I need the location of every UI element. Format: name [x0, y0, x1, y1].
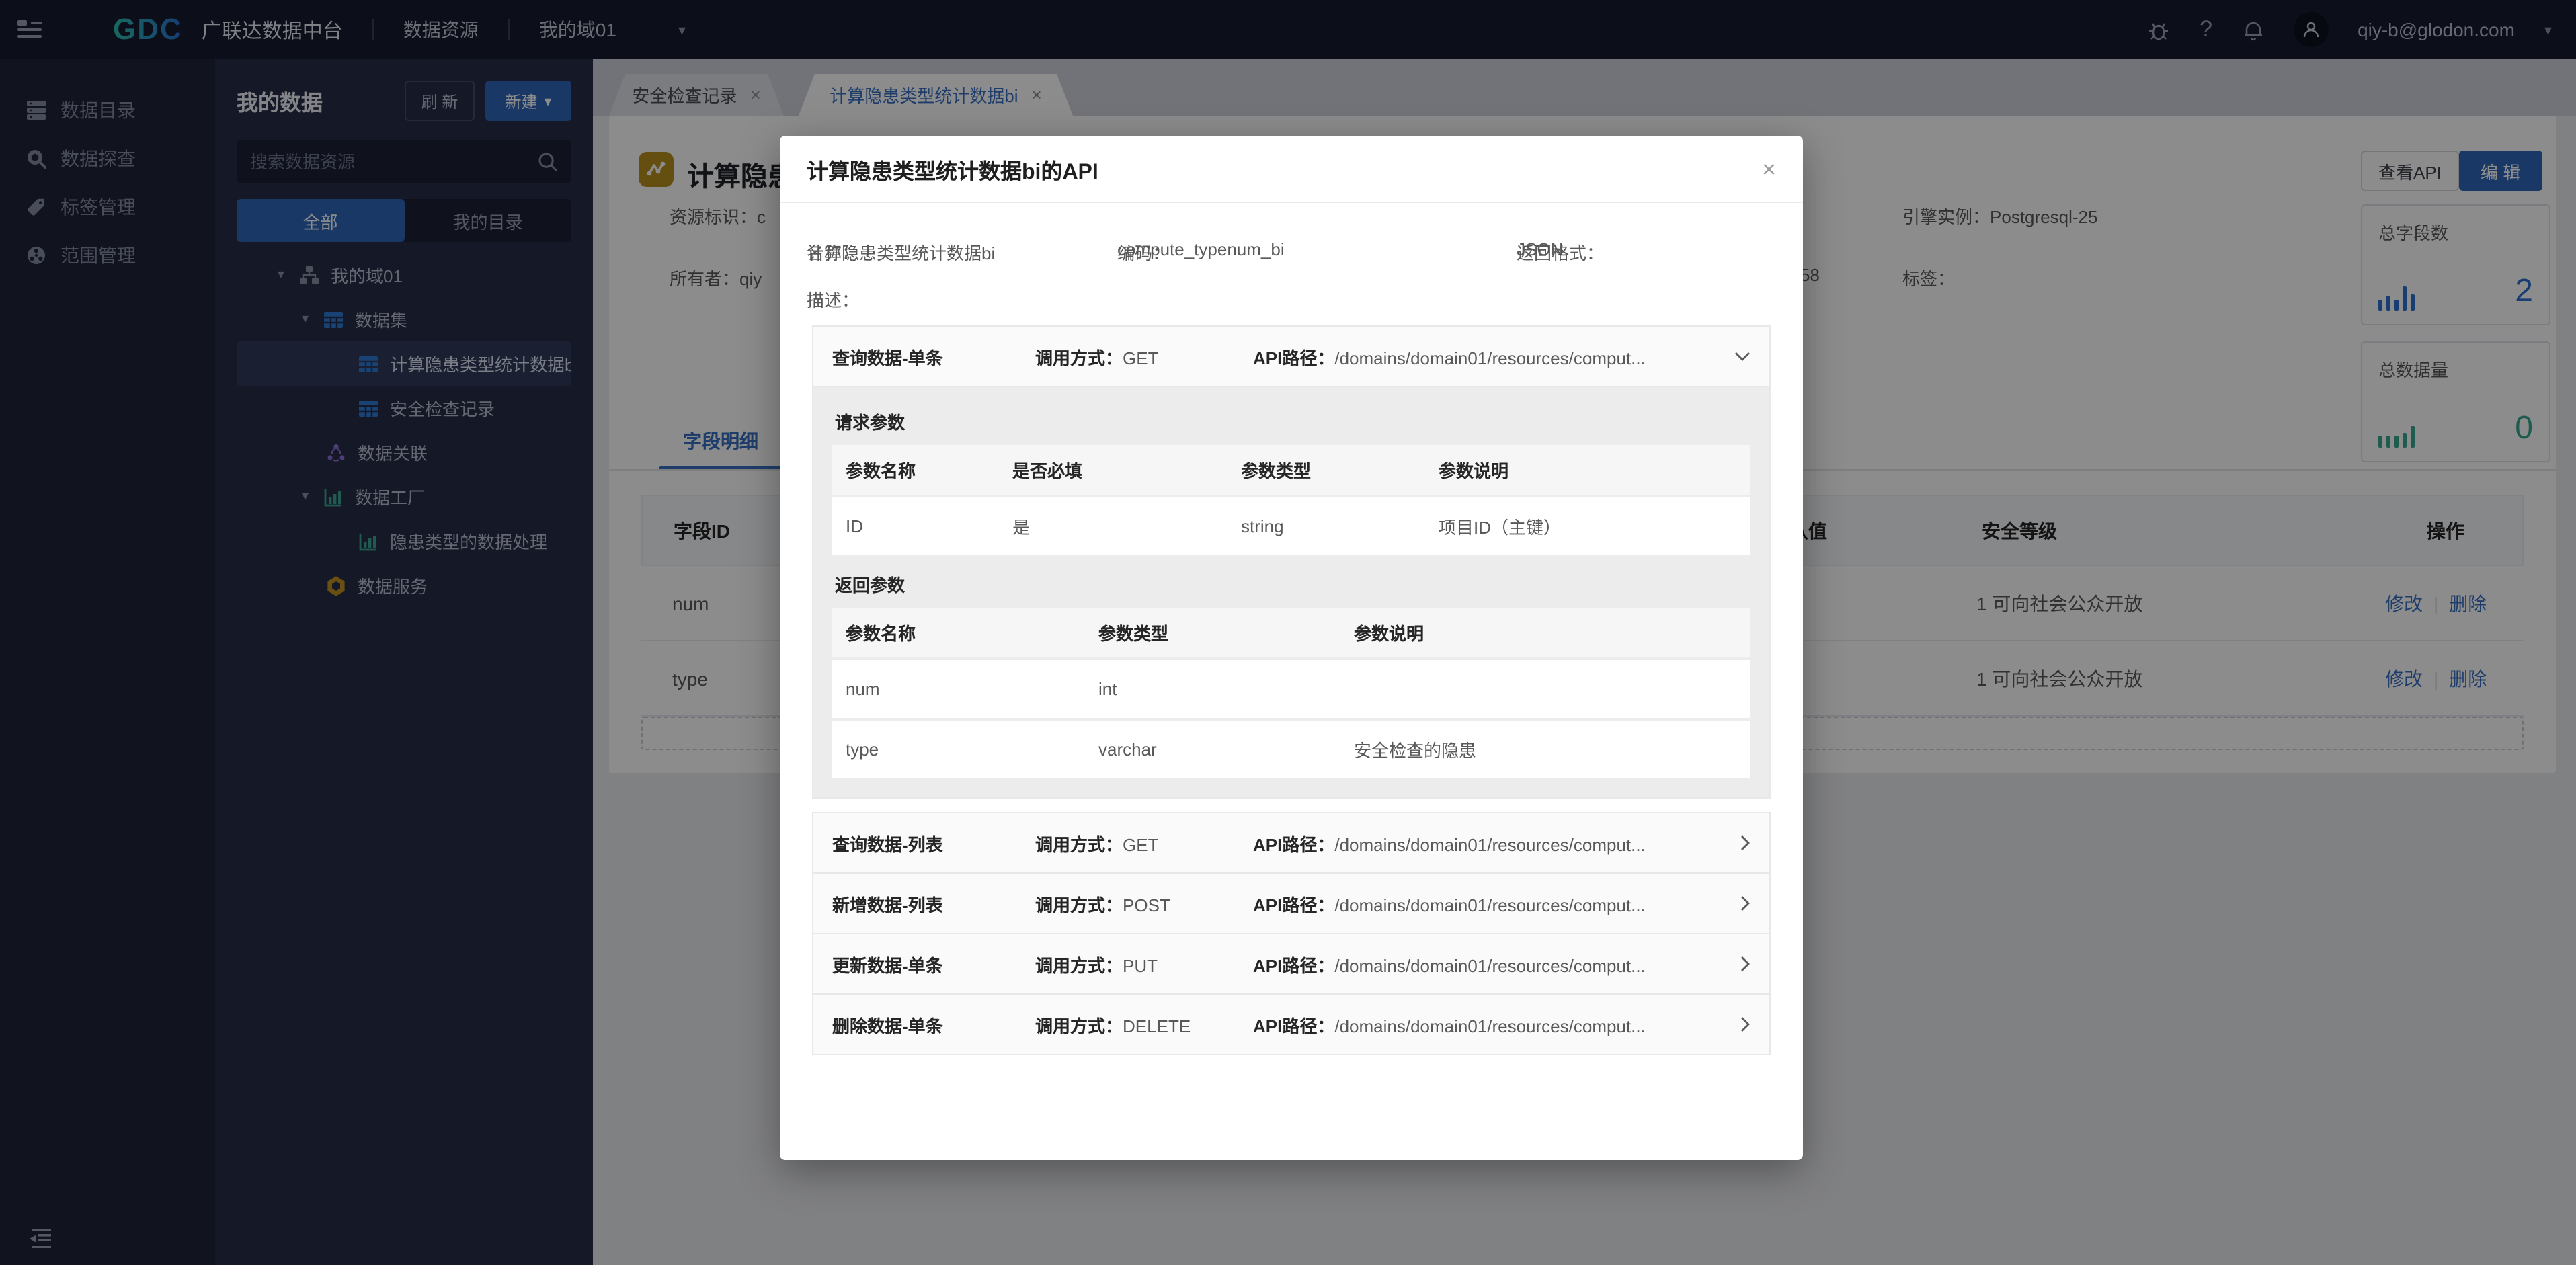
section-name: 删除数据-单条: [832, 1012, 1035, 1037]
table-row: type varchar 安全检查的隐患: [832, 721, 1750, 778]
path-label: API路径：: [1253, 348, 1334, 368]
section-name: 更新数据-单条: [832, 951, 1035, 977]
param-type: int: [1085, 679, 1340, 699]
section-method: 调用方式：DELETE: [1035, 1012, 1253, 1037]
api-name-value: 计算隐患类型统计数据bi: [807, 239, 995, 265]
chevron-right-icon[interactable]: [1726, 895, 1750, 911]
method-label: 调用方式：: [1035, 955, 1123, 975]
section-method: 调用方式：PUT: [1035, 951, 1253, 977]
param-type: varchar: [1085, 739, 1340, 760]
section-method: 调用方式：GET: [1035, 830, 1253, 856]
param-name: num: [832, 679, 1085, 699]
section-name: 查询数据-单条: [832, 343, 1035, 369]
section-path: API路径：/domains/domain01/resources/comput…: [1253, 891, 1726, 916]
col-param-desc: 参数说明: [1425, 457, 1750, 483]
path-label: API路径：: [1253, 834, 1334, 854]
col-param-type: 参数类型: [1227, 457, 1425, 483]
section-method: 调用方式：POST: [1035, 891, 1253, 916]
accordion-header-delete-single[interactable]: 删除数据-单条 调用方式：DELETE API路径：/domains/domai…: [812, 993, 1771, 1055]
chevron-right-icon[interactable]: [1726, 835, 1750, 851]
close-icon[interactable]: ×: [1762, 157, 1776, 181]
col-param-type: 参数类型: [1085, 620, 1340, 645]
col-param-name: 参数名称: [832, 620, 1085, 645]
path-value: /domains/domain01/resources/comput...: [1334, 1016, 1645, 1036]
path-value: /domains/domain01/resources/comput...: [1334, 348, 1645, 368]
api-description-label: 描述：: [807, 286, 859, 312]
col-param-desc: 参数说明: [1340, 620, 1750, 645]
method-value: DELETE: [1123, 1016, 1191, 1036]
request-params-table: 参数名称 是否必填 参数类型 参数说明 ID 是 string 项目ID（主键）: [832, 445, 1750, 555]
param-name: type: [832, 739, 1085, 760]
accordion-header-create-list[interactable]: 新增数据-列表 调用方式：POST API路径：/domains/domain0…: [812, 872, 1771, 934]
path-label: API路径：: [1253, 1016, 1334, 1036]
method-value: GET: [1123, 348, 1158, 368]
api-detail-modal: 计算隐患类型统计数据bi的API × 名称：计算隐患类型统计数据bi 编码：co…: [780, 136, 1803, 1160]
param-required: 是: [999, 514, 1227, 539]
path-value: /domains/domain01/resources/comput...: [1334, 955, 1645, 975]
method-value: POST: [1123, 895, 1170, 915]
section-path: API路径：/domains/domain01/resources/comput…: [1253, 830, 1726, 856]
col-required: 是否必填: [999, 457, 1227, 483]
api-accordion: 查询数据-单条 调用方式：GET API路径：/domains/domain01…: [812, 325, 1771, 1055]
method-value: PUT: [1123, 955, 1158, 975]
param-name: ID: [832, 516, 999, 536]
api-format-value: JSON: [1517, 239, 1563, 259]
path-label: API路径：: [1253, 955, 1334, 975]
accordion-header-update-single[interactable]: 更新数据-单条 调用方式：PUT API路径：/domains/domain01…: [812, 933, 1771, 995]
method-value: GET: [1123, 834, 1158, 854]
param-desc: 安全检查的隐患: [1340, 737, 1750, 762]
path-label: API路径：: [1253, 895, 1334, 915]
col-param-name: 参数名称: [832, 457, 999, 483]
method-label: 调用方式：: [1035, 895, 1123, 915]
api-code-value: compute_typenum_bi: [1117, 239, 1285, 259]
section-path: API路径：/domains/domain01/resources/comput…: [1253, 1012, 1726, 1037]
table-row: ID 是 string 项目ID（主键）: [832, 497, 1750, 555]
modal-title: 计算隐患类型统计数据bi的API: [807, 153, 1098, 185]
param-type: string: [1227, 516, 1425, 536]
section-path: API路径：/domains/domain01/resources/comput…: [1253, 951, 1726, 977]
path-value: /domains/domain01/resources/comput...: [1334, 834, 1645, 854]
section-method: 调用方式：GET: [1035, 343, 1253, 369]
request-params-title: 请求参数: [835, 409, 1750, 434]
method-label: 调用方式：: [1035, 348, 1123, 368]
param-desc: 项目ID（主键）: [1425, 514, 1750, 539]
chevron-right-icon[interactable]: [1726, 956, 1750, 972]
api-meta-row: 名称：计算隐患类型统计数据bi 编码：compute_typenum_bi 返回…: [807, 239, 1776, 266]
accordion-header-query-list[interactable]: 查询数据-列表 调用方式：GET API路径：/domains/domain01…: [812, 812, 1771, 874]
section-name: 新增数据-列表: [832, 891, 1035, 916]
table-row: num int: [832, 660, 1750, 718]
chevron-right-icon[interactable]: [1726, 1016, 1750, 1032]
method-label: 调用方式：: [1035, 834, 1123, 854]
modal-header: 计算隐患类型统计数据bi的API ×: [780, 136, 1803, 203]
response-params-title: 返回参数: [835, 571, 1750, 597]
response-params-table: 参数名称 参数类型 参数说明 num int type varchar 安全检查…: [832, 608, 1750, 778]
section-path: API路径：/domains/domain01/resources/comput…: [1253, 343, 1726, 369]
accordion-body: 请求参数 参数名称 是否必填 参数类型 参数说明 ID 是 string 项目I…: [812, 387, 1771, 799]
accordion-header-query-single[interactable]: 查询数据-单条 调用方式：GET API路径：/domains/domain01…: [812, 325, 1771, 387]
section-name: 查询数据-列表: [832, 830, 1035, 856]
path-value: /domains/domain01/resources/comput...: [1334, 895, 1645, 915]
chevron-up-icon[interactable]: [1726, 351, 1750, 362]
method-label: 调用方式：: [1035, 1016, 1123, 1036]
